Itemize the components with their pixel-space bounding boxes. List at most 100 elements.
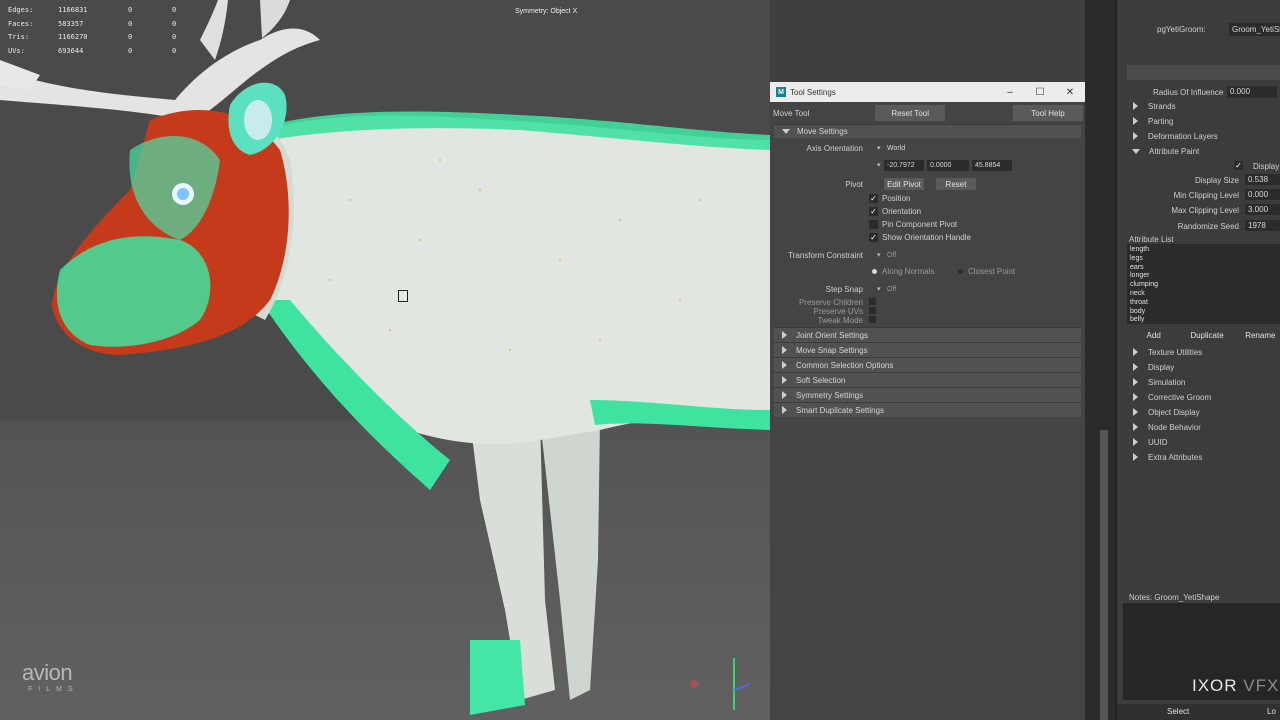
- scrollbar[interactable]: [1100, 430, 1108, 720]
- collapse-arrow-icon: [1133, 117, 1138, 125]
- radio-button[interactable]: [872, 269, 877, 274]
- collapse-arrow-icon: [782, 406, 787, 414]
- collapse-arrow-icon: [1133, 102, 1138, 110]
- frame-texture-utilities[interactable]: Texture Utilities: [1127, 345, 1280, 359]
- checkbox[interactable]: ✓: [869, 194, 878, 203]
- dropdown-arrow-icon: ▾: [877, 162, 881, 169]
- frame-uuid[interactable]: UUID: [1127, 435, 1280, 449]
- checkbox[interactable]: [869, 298, 876, 305]
- frame-label: Joint Orient Settings: [796, 330, 869, 340]
- frame-node-behavior[interactable]: Node Behavior: [1127, 420, 1280, 434]
- radius-field[interactable]: 0.000: [1227, 86, 1277, 98]
- hud-value: 693644: [58, 46, 84, 55]
- collapse-arrow-icon: [1133, 363, 1138, 371]
- checkbox[interactable]: [869, 307, 876, 314]
- list-item[interactable]: ears: [1130, 264, 1280, 273]
- frame-move-snap-settings[interactable]: Move Snap Settings: [774, 342, 1081, 357]
- list-item[interactable]: neck: [1130, 290, 1280, 299]
- hud-value: 1166831: [58, 6, 88, 14]
- frame-parting[interactable]: Parting: [1127, 114, 1280, 128]
- axis-orientation-dropdown[interactable]: World: [884, 143, 954, 154]
- dropdown-arrow-icon: ▾: [877, 286, 881, 293]
- transform-constraint-dropdown[interactable]: Off: [884, 250, 944, 261]
- minimize-button[interactable]: –: [995, 87, 1025, 98]
- collapse-arrow-icon: [1133, 378, 1138, 386]
- frame-attribute-paint[interactable]: Attribute Paint: [1127, 144, 1280, 158]
- add-button[interactable]: Add: [1127, 329, 1180, 342]
- list-item[interactable]: body: [1130, 308, 1280, 317]
- list-item[interactable]: throat: [1130, 299, 1280, 308]
- checkbox[interactable]: ✓: [869, 233, 878, 242]
- frame-simulation[interactable]: Simulation: [1127, 375, 1280, 389]
- collapse-arrow-icon: [782, 376, 787, 384]
- frame-symmetry-settings[interactable]: Symmetry Settings: [774, 387, 1081, 402]
- collapse-arrow-icon: [782, 331, 787, 339]
- dropdown-arrow-icon: ▾: [877, 252, 881, 259]
- frame-strands[interactable]: Strands: [1127, 99, 1280, 113]
- hud-row-uvs: UVs: 693644 0 0: [8, 45, 216, 59]
- checkbox[interactable]: [869, 220, 878, 229]
- frame-label: UUID: [1148, 437, 1168, 447]
- list-item[interactable]: longer: [1130, 272, 1280, 281]
- frame-move-settings[interactable]: Move Settings: [774, 124, 1081, 138]
- tool-help-button[interactable]: Tool Help: [1012, 105, 1083, 121]
- min-clipping-field[interactable]: 0.000: [1245, 189, 1280, 200]
- field-label: Preserve UVs: [813, 307, 863, 316]
- checkbox[interactable]: [869, 316, 876, 323]
- frame-display[interactable]: Display: [1127, 360, 1280, 374]
- load-attributes-button[interactable]: Lo: [1267, 707, 1276, 716]
- display-check-row: ✓ Display: [1127, 159, 1280, 173]
- maximize-button[interactable]: ☐: [1025, 87, 1055, 98]
- radio-button[interactable]: [958, 269, 963, 274]
- frame-corrective-groom[interactable]: Corrective Groom: [1127, 390, 1280, 404]
- checkbox-label: Display: [1253, 162, 1280, 171]
- list-item[interactable]: legs: [1130, 255, 1280, 264]
- edit-pivot-button[interactable]: Edit Pivot: [884, 178, 924, 190]
- list-item[interactable]: clumping: [1130, 281, 1280, 290]
- checkbox[interactable]: ✓: [1234, 161, 1243, 170]
- collapse-arrow-icon: [782, 361, 787, 369]
- coord-y-field[interactable]: 0.0000: [927, 160, 969, 171]
- close-button[interactable]: ✕: [1055, 87, 1085, 98]
- panel-divider: [1085, 0, 1115, 720]
- frame-extra-attributes[interactable]: Extra Attributes: [1127, 450, 1280, 464]
- reset-tool-button[interactable]: Reset Tool: [875, 105, 946, 121]
- display-size-field[interactable]: 0.538: [1245, 174, 1280, 185]
- select-button[interactable]: Select: [1167, 707, 1189, 716]
- node-label: pgYetiGroom:: [1157, 25, 1206, 34]
- frame-label: Texture Utilities: [1148, 347, 1203, 357]
- frame-joint-orient-settings[interactable]: Joint Orient Settings: [774, 327, 1081, 342]
- maya-app-icon: M: [776, 87, 786, 97]
- frame-soft-selection[interactable]: Soft Selection: [774, 372, 1081, 387]
- notes-label: Notes: Groom_YetiShape: [1129, 593, 1220, 602]
- step-snap-dropdown[interactable]: Off: [884, 284, 944, 295]
- step-snap-row: Step Snap ▾ Off: [770, 283, 1085, 298]
- rename-button[interactable]: Rename: [1234, 329, 1280, 342]
- frame-deformation-layers[interactable]: Deformation Layers: [1127, 129, 1280, 143]
- frame-common-selection-options[interactable]: Common Selection Options: [774, 357, 1081, 372]
- duplicate-button[interactable]: Duplicate: [1180, 329, 1233, 342]
- max-clipping-field[interactable]: 3.000: [1245, 204, 1280, 215]
- list-item[interactable]: belly: [1130, 316, 1280, 325]
- coord-x-field[interactable]: -20.7972: [884, 160, 924, 171]
- frame-label: Strands: [1148, 101, 1176, 111]
- collapse-arrow-icon: [1133, 453, 1138, 461]
- attribute-tabs-bar[interactable]: [1127, 65, 1280, 80]
- reset-pivot-button[interactable]: Reset: [936, 178, 976, 190]
- collapse-arrow-icon: [1133, 423, 1138, 431]
- 3d-viewport[interactable]: Edges: 1166831 0 0 Faces: 583357 0 0 Tri…: [0, 0, 770, 720]
- studio-logo: avion: [22, 660, 73, 685]
- coord-z-field[interactable]: 45.8854: [972, 160, 1012, 171]
- frame-label: Smart Duplicate Settings: [796, 405, 885, 415]
- list-item[interactable]: length: [1130, 246, 1280, 255]
- checkbox-row: ✓ Show Orientation Handle: [770, 232, 1085, 245]
- frame-label: Display: [1148, 362, 1175, 372]
- tool-settings-titlebar[interactable]: M Tool Settings – ☐ ✕: [770, 82, 1085, 102]
- randomize-seed-field[interactable]: 1978: [1245, 220, 1280, 231]
- node-name-field[interactable]: Groom_YetiSha: [1229, 23, 1280, 36]
- attribute-list[interactable]: length legs ears longer clumping neck th…: [1127, 244, 1280, 324]
- frame-smart-duplicate-settings[interactable]: Smart Duplicate Settings: [774, 402, 1081, 417]
- frame-object-display[interactable]: Object Display: [1127, 405, 1280, 419]
- checkbox[interactable]: ✓: [869, 207, 878, 216]
- window-title: Tool Settings: [790, 87, 836, 97]
